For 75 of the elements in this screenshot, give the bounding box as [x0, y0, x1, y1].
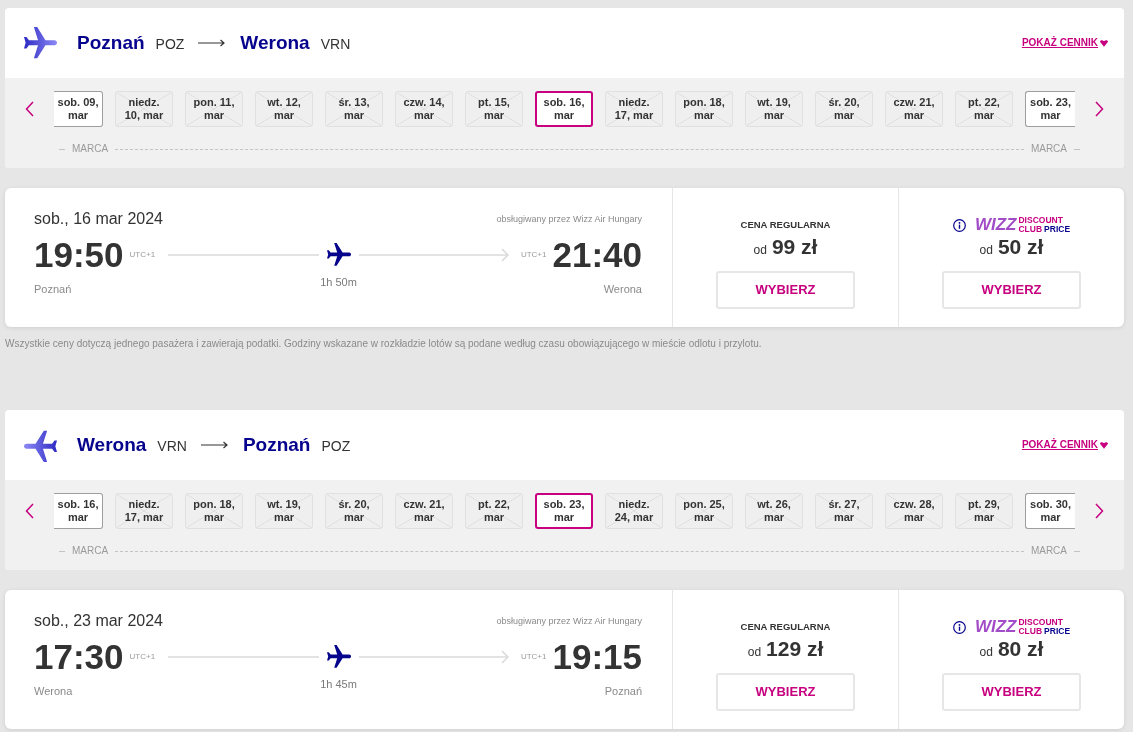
logo-text: CLUB	[1018, 225, 1043, 234]
origin-code: POZ	[155, 35, 185, 53]
flight-duration: 1h 50m	[320, 275, 357, 289]
fare-note: Wszystkie ceny dotyczą jednego pasażera i zawierają podatki. Godziny wskazane w rozkładzie lotów są podane według czasu obowiązującego w mieście odlotu i przylotu.	[5, 337, 762, 351]
timezone-label: UTC+1	[520, 250, 547, 260]
logo-text: DISCOUNT	[1018, 216, 1064, 225]
chevron-left-icon	[25, 101, 34, 117]
chevron-left-icon	[25, 503, 34, 519]
departure-time: 17:30	[34, 637, 124, 677]
operator-text: obsługiwany przez Wizz Air Hungary	[496, 615, 642, 627]
timezone-label: UTC+1	[520, 652, 547, 662]
origin-city: Werona	[77, 433, 147, 457]
info-icon[interactable]	[952, 620, 966, 634]
operator-text: obsługiwany przez Wizz Air Hungary	[496, 213, 642, 225]
month-label: MARCA	[72, 545, 109, 557]
airplane-icon	[24, 428, 57, 462]
price-prefix: od	[747, 644, 762, 660]
select-fare-button[interactable]: WYBIERZ	[942, 271, 1081, 309]
fare-price: 80 zł	[997, 637, 1044, 661]
airplane-icon	[326, 243, 351, 267]
price-prefix: od	[979, 644, 993, 660]
logo-wordmark: WIZZ	[974, 215, 1017, 235]
fare-title: CENA REGULARNA	[740, 219, 831, 231]
select-fare-button[interactable]: WYBIERZ	[716, 271, 855, 309]
heart-icon	[1100, 39, 1108, 47]
price-list-link[interactable]: POKAŻ CENNIK	[1021, 36, 1108, 50]
fare-price: 129 zł	[766, 637, 824, 661]
select-fare-button[interactable]: WYBIERZ	[716, 673, 855, 711]
price-list-link[interactable]: POKAŻ CENNIK	[1021, 438, 1108, 452]
month-label: MARCA	[72, 143, 109, 155]
airplane-icon	[326, 645, 351, 669]
flight-date: sob., 23 mar 2024	[34, 611, 163, 631]
date-tab[interactable]: sob. 16, mar	[54, 493, 103, 529]
departure-city: Werona	[34, 684, 73, 698]
date-tab[interactable]: sob. 09, mar	[54, 91, 103, 127]
select-fare-button[interactable]: WYBIERZ	[942, 673, 1081, 711]
origin-city: Poznań	[77, 31, 145, 55]
airplane-icon	[24, 26, 57, 60]
price-prefix: od	[753, 242, 767, 258]
destination-city: Poznań	[242, 433, 311, 457]
destination-city: Werona	[240, 31, 310, 55]
logo-text: PRICE	[1044, 225, 1071, 234]
destination-code: VRN	[320, 35, 351, 53]
arrival-time: 21:40	[552, 235, 642, 275]
date-tab[interactable]: sob. 16, mar	[535, 91, 593, 127]
logo-text: PRICE	[1044, 627, 1071, 636]
arrow-right-icon	[198, 39, 226, 47]
info-icon[interactable]	[952, 218, 966, 232]
arrival-city: Werona	[603, 282, 642, 296]
arrival-time: 19:15	[552, 637, 642, 677]
origin-code: VRN	[157, 437, 187, 455]
fare-title: CENA REGULARNA	[740, 621, 831, 633]
chevron-right-icon	[1095, 101, 1104, 117]
fare-price: 99 zł	[771, 235, 818, 259]
departure-city: Poznań	[34, 282, 72, 296]
flight-date: sob., 16 mar 2024	[34, 209, 163, 229]
logo-wordmark: WIZZ	[974, 617, 1017, 637]
departure-time: 19:50	[34, 235, 124, 275]
logo-text: DISCOUNT	[1018, 618, 1064, 627]
heart-icon	[1100, 441, 1108, 449]
arrow-right-icon	[200, 441, 228, 449]
destination-code: POZ	[321, 437, 351, 455]
logo-text: CLUB	[1018, 627, 1043, 636]
timezone-label: UTC+1	[129, 652, 156, 662]
price-prefix: od	[979, 242, 993, 258]
timezone-label: UTC+1	[129, 250, 156, 260]
flight-duration: 1h 45m	[320, 677, 357, 691]
date-tab[interactable]: sob. 30, mar	[1025, 493, 1075, 529]
date-tab[interactable]: sob. 23, mar	[1025, 91, 1075, 127]
month-label: MARCA	[1030, 545, 1067, 557]
date-tab[interactable]: sob. 23, mar	[535, 493, 593, 529]
month-label: MARCA	[1030, 143, 1067, 155]
chevron-right-icon	[1095, 503, 1104, 519]
fare-price: 50 zł	[997, 235, 1044, 259]
arrival-city: Poznań	[604, 684, 642, 698]
